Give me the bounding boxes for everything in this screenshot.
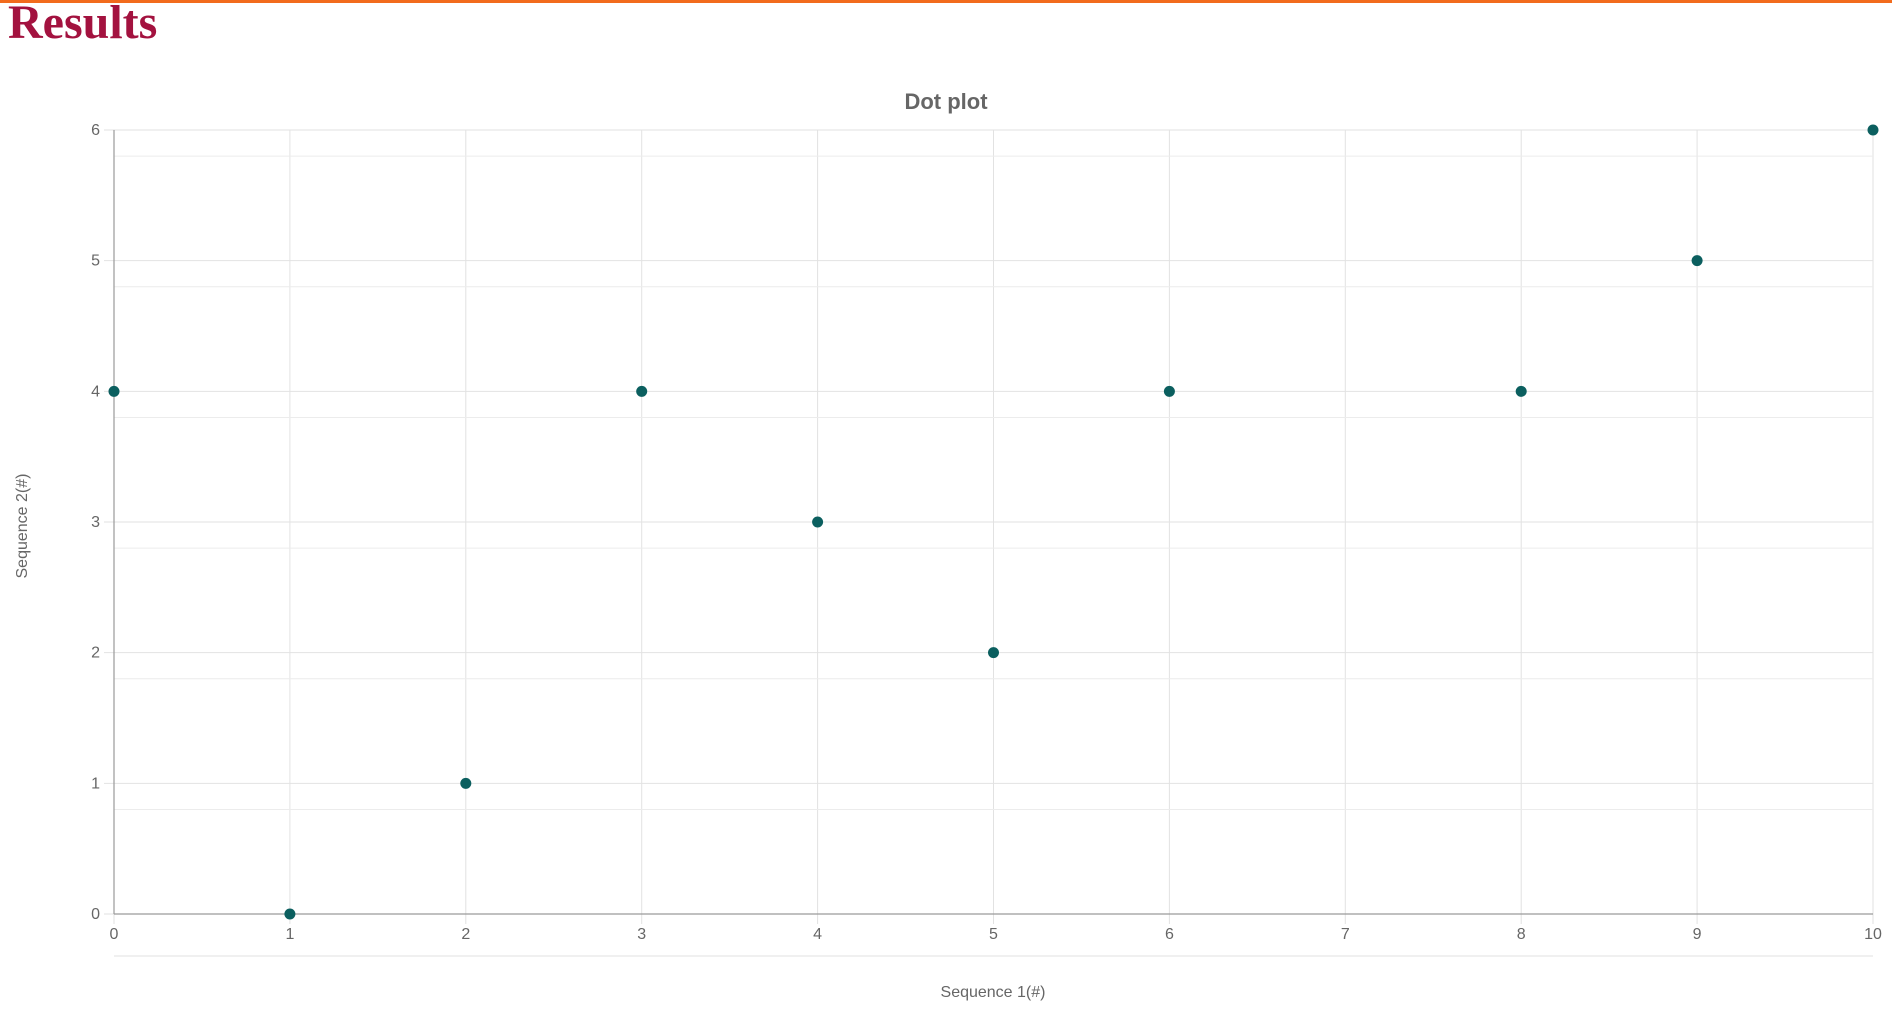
data-point[interactable] [1691, 255, 1703, 267]
data-point[interactable] [812, 516, 824, 528]
y-tick-label: 5 [91, 253, 100, 270]
y-tick-label: 4 [91, 383, 100, 400]
data-point[interactable] [460, 777, 472, 789]
data-point[interactable] [1867, 124, 1879, 136]
data-point[interactable] [988, 647, 999, 659]
chart-gridlines [104, 129, 1874, 924]
chart-title: Dot plot [904, 89, 988, 114]
dot-plot-chart: 0 1 2 3 4 5 6 7 8 9 10 0 1 2 3 4 5 6 Dot plot Sequence 1(… [14, 89, 1882, 1001]
data-point[interactable] [108, 385, 120, 397]
y-tick-label: 2 [91, 645, 100, 662]
data-point[interactable] [1515, 385, 1527, 397]
x-tick-label: 4 [813, 926, 822, 943]
x-tick-label: 5 [989, 926, 998, 943]
x-tick-label: 0 [110, 926, 119, 943]
y-axis-label: Sequence 2(#) [14, 474, 31, 579]
x-tick-label: 7 [1341, 926, 1350, 943]
y-tick-label: 1 [91, 775, 100, 792]
x-tick-label: 6 [1165, 926, 1174, 943]
x-tick-label: 2 [461, 926, 470, 943]
x-tick-label: 8 [1517, 926, 1526, 943]
x-tick-label: 10 [1864, 926, 1882, 943]
data-point[interactable] [1163, 385, 1175, 397]
x-tick-label: 9 [1693, 926, 1702, 943]
x-tick-label: 1 [285, 926, 294, 943]
x-axis-label: Sequence 1(#) [941, 984, 1046, 1001]
data-point[interactable] [284, 908, 296, 920]
y-tick-label: 6 [91, 122, 100, 139]
y-tick-label: 0 [91, 906, 100, 923]
chart-tick-labels: 0 1 2 3 4 5 6 7 8 9 10 0 1 2 3 4 5 6 [91, 122, 1882, 943]
y-tick-label: 3 [91, 514, 100, 531]
data-point[interactable] [636, 385, 648, 397]
x-tick-label: 3 [637, 926, 646, 943]
